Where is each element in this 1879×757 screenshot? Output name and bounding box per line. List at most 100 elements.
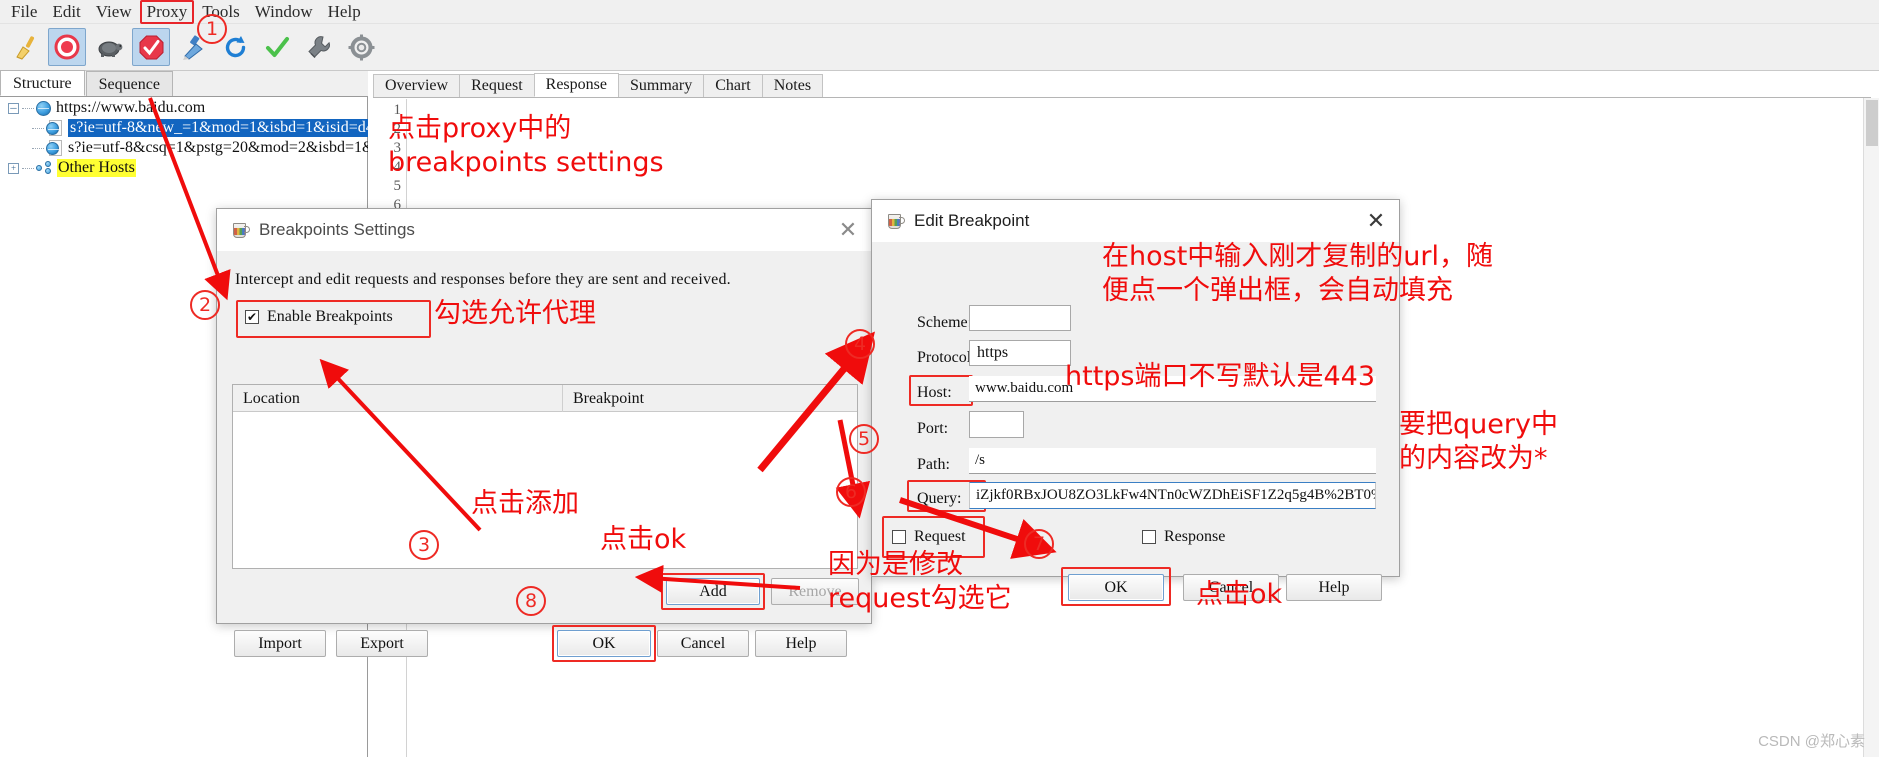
- tree-item-host[interactable]: ─ https://www.baidu.com: [0, 98, 368, 118]
- close-icon[interactable]: ✕: [825, 209, 871, 251]
- settings-icon[interactable]: [342, 28, 380, 66]
- tab-overview[interactable]: Overview: [373, 74, 461, 97]
- tab-chart[interactable]: Chart: [703, 74, 763, 97]
- page-icon: [46, 139, 63, 157]
- tab-notes[interactable]: Notes: [761, 74, 824, 97]
- enable-breakpoints-checkbox[interactable]: ✔: [245, 310, 259, 324]
- path-input[interactable]: /s: [969, 448, 1376, 474]
- column-header-breakpoint[interactable]: Breakpoint: [563, 385, 857, 412]
- scheme-label: Scheme:: [917, 314, 973, 331]
- charles-app-icon: [231, 221, 250, 240]
- column-header-location[interactable]: Location: [233, 385, 563, 412]
- query-label: Query:: [917, 490, 962, 507]
- ok-button[interactable]: OK: [1068, 574, 1164, 601]
- dialog-description: Intercept and edit requests and response…: [235, 271, 731, 288]
- tree-item-request-2[interactable]: s?ie=utf-8&csq=1&pstg=20&mod=2&isbd=1&c: [0, 138, 368, 158]
- breakpoints-table[interactable]: Location Breakpoint: [232, 384, 858, 569]
- request-checkbox[interactable]: [892, 530, 906, 544]
- globe-icon: [36, 100, 51, 116]
- collapse-icon[interactable]: ─: [8, 102, 19, 114]
- table-header-row: Location Breakpoint: [233, 385, 857, 412]
- annotation-host-url: 在host中输入刚才复制的url，随 便点一个弹出框，会自动填充: [1102, 241, 1493, 306]
- annotation-enable-proxy: 勾选允许代理: [434, 298, 596, 329]
- menu-file[interactable]: File: [4, 1, 44, 23]
- breakpoints-settings-dialog: Breakpoints Settings ✕ Intercept and edi…: [216, 208, 872, 662]
- tree-connector: [32, 127, 44, 129]
- tree-item-label: https://www.baidu.com: [56, 99, 206, 116]
- throttle-turtle-icon[interactable]: [90, 28, 128, 66]
- export-button[interactable]: Export: [336, 630, 428, 657]
- menu-bar: File Edit View Proxy Tools Window Help: [0, 0, 1879, 24]
- path-label: Path:: [917, 456, 950, 473]
- menu-view[interactable]: View: [89, 1, 139, 23]
- validate-icon[interactable]: [258, 28, 296, 66]
- hosts-group-icon: [36, 161, 52, 175]
- annotation-click-ok-settings: 点击ok: [600, 524, 687, 555]
- scrollbar-thumb[interactable]: [1866, 100, 1878, 146]
- port-label: Port:: [917, 420, 949, 437]
- help-button[interactable]: Help: [1286, 574, 1382, 601]
- request-checkbox-row[interactable]: Request: [892, 528, 966, 546]
- enable-breakpoints-label: Enable Breakpoints: [267, 308, 393, 325]
- right-tab-strip: Overview Request Response Summary Chart …: [373, 73, 1871, 98]
- tree-item-request-1[interactable]: s?ie=utf-8&new_=1&mod=1&isbd=1&isid=d42: [0, 118, 368, 138]
- step-marker-8: 8: [516, 586, 546, 616]
- tab-sequence[interactable]: Sequence: [85, 71, 173, 96]
- help-button[interactable]: Help: [755, 630, 847, 657]
- protocol-label: Protocol:: [917, 349, 976, 366]
- expand-icon[interactable]: +: [8, 162, 19, 174]
- step-marker-2: 2: [190, 290, 220, 320]
- dialog-title: Breakpoints Settings: [259, 220, 415, 239]
- tree-item-label: s?ie=utf-8&csq=1&pstg=20&mod=2&isbd=1&c: [68, 139, 368, 156]
- menu-help[interactable]: Help: [321, 1, 368, 23]
- annotation-https-port: https端口不写默认是443: [1065, 361, 1376, 392]
- annotation-request-check: 因为是修改 request勾选它: [828, 549, 1012, 614]
- dialog-title: Edit Breakpoint: [914, 211, 1030, 230]
- close-icon[interactable]: ✕: [1353, 200, 1399, 242]
- response-label: Response: [1164, 528, 1226, 545]
- ok-button[interactable]: OK: [557, 630, 651, 657]
- tree-connector: [22, 167, 34, 169]
- tab-response[interactable]: Response: [533, 73, 619, 97]
- breakpoints-icon[interactable]: [132, 28, 170, 66]
- tools-icon[interactable]: [300, 28, 338, 66]
- tab-structure[interactable]: Structure: [0, 70, 85, 96]
- watermark: CSDN @郑心素: [1758, 733, 1865, 750]
- dialog-title-bar: Edit Breakpoint ✕: [872, 200, 1399, 242]
- response-scrollbar[interactable]: [1863, 98, 1879, 757]
- toolbar: [0, 24, 1879, 71]
- tree-connector: [22, 107, 34, 109]
- tree-connector: [32, 147, 44, 149]
- menu-window[interactable]: Window: [248, 1, 320, 23]
- page-icon: [46, 119, 63, 137]
- tab-summary[interactable]: Summary: [617, 74, 705, 97]
- tab-request[interactable]: Request: [459, 74, 535, 97]
- import-button[interactable]: Import: [234, 630, 326, 657]
- response-checkbox-row[interactable]: Response: [1142, 528, 1225, 546]
- step-marker-7: 7: [1024, 529, 1054, 559]
- query-input[interactable]: iZjkf0RBxJOU8ZO3LkFw4NTn0cWZDhEiSF1Z2q5g…: [969, 482, 1376, 509]
- scheme-select[interactable]: [969, 305, 1071, 331]
- port-input[interactable]: [969, 411, 1024, 438]
- annotation-click-add: 点击添加: [471, 488, 579, 519]
- request-label: Request: [914, 528, 966, 545]
- record-icon[interactable]: [48, 28, 86, 66]
- add-button[interactable]: Add: [666, 578, 760, 605]
- dialog-title-bar: Breakpoints Settings ✕: [217, 209, 871, 251]
- step-marker-6: 6: [836, 477, 866, 507]
- step-marker-5: 5: [849, 424, 879, 454]
- response-checkbox[interactable]: [1142, 530, 1156, 544]
- annotation-query-star: 要把query中 的内容改为*: [1399, 409, 1558, 474]
- cancel-button[interactable]: Cancel: [657, 630, 749, 657]
- host-label: Host:: [917, 384, 952, 401]
- session-tree: ─ https://www.baidu.com s?ie=utf-8&new_=…: [0, 98, 368, 178]
- tree-item-other-hosts[interactable]: + Other Hosts: [0, 158, 368, 178]
- annotation-proxy-breakpoints: 点击proxy中的 breakpoints settings: [388, 113, 664, 178]
- protocol-select[interactable]: https: [969, 340, 1071, 366]
- menu-edit[interactable]: Edit: [45, 1, 87, 23]
- enable-breakpoints-row[interactable]: ✔ Enable Breakpoints: [245, 308, 393, 326]
- clear-icon[interactable]: [6, 28, 44, 66]
- charles-app-icon: [886, 212, 905, 231]
- menu-proxy[interactable]: Proxy: [139, 0, 195, 24]
- annotation-click-ok-edit: 点击ok: [1196, 579, 1283, 610]
